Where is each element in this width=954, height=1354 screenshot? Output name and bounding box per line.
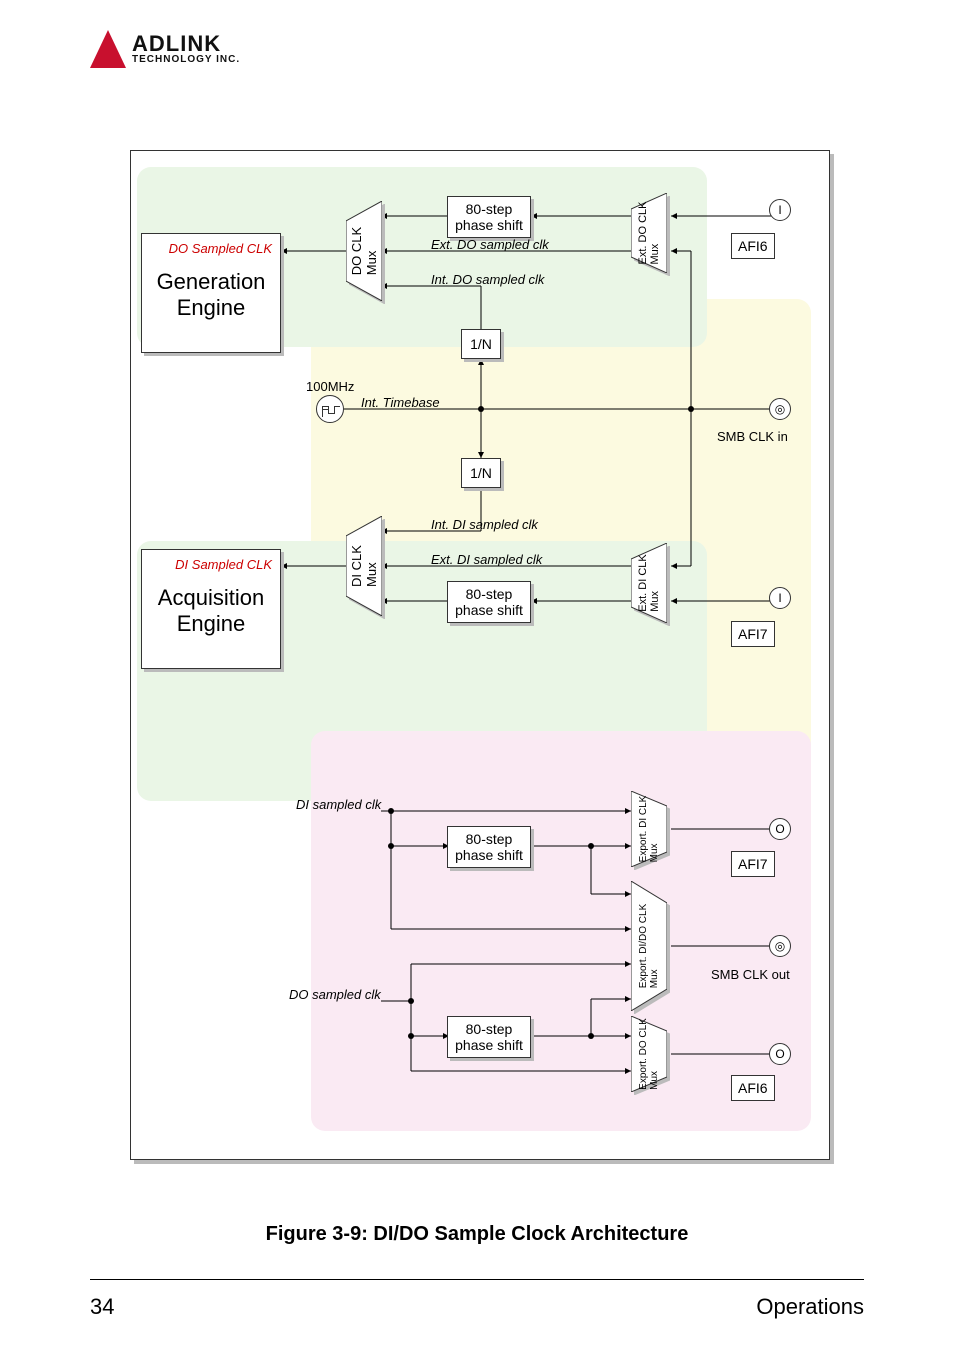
di-clk-mux-label: DI CLK Mux [349,545,379,587]
int-timebase-label: Int. Timebase [361,395,440,410]
di-sampled-label: DI sampled clk [296,797,381,812]
logo-subtitle: TECHNOLOGY INC. [132,55,240,65]
phase-shift-di: 80-step phase shift [447,581,531,623]
footer-divider [90,1279,864,1280]
oscillator-icon [316,395,344,423]
phase-shift-export-do: 80-step phase shift [447,1016,531,1058]
export-do-clk-mux: Export. DO CLK Mux [631,1016,667,1092]
port-afi7-in-pin: I [769,587,791,609]
export-di-clk-mux-label: Export. DI CLK Mux [638,796,660,863]
port-afi6-in: AFI6 [731,233,775,259]
ext-do-clk-mux: Ext. DO CLK Mux [631,193,667,273]
phase-shift-export-di: 80-step phase shift [447,826,531,868]
export-do-clk-mux-label: Export. DO CLK Mux [638,1018,660,1090]
port-smb-out: SMB CLK out [711,967,790,982]
ext-do-sampled-label: Ext. DO sampled clk [431,237,549,252]
clock-architecture-diagram: DO Sampled CLK GenerationEngine DO CLK M… [130,150,830,1160]
page-number: 34 [90,1294,114,1320]
brand-logo: ADLINK TECHNOLOGY INC. [90,30,864,68]
di-clk-mux: DI CLK Mux [346,516,382,616]
phase-shift-do: 80-step phase shift [447,196,531,238]
generation-engine-title: GenerationEngine [149,269,273,322]
do-sampled-label: DO sampled clk [289,987,381,1002]
port-smb-in-pin: ◎ [769,398,791,420]
export-di-clk-mux: Export. DI CLK Mux [631,791,667,867]
do-clk-mux: DO CLK Mux [346,201,382,301]
do-clk-mux-label: DO CLK Mux [349,227,379,275]
divider-n-bottom: 1/N [461,458,501,488]
port-smb-in: SMB CLK in [717,429,788,444]
freq-100-label: 100MHz [306,379,354,394]
figure-caption: Figure 3-9: DI/DO Sample Clock Architect… [0,1223,954,1246]
port-afi6-out-pin: O [769,1043,791,1065]
acquisition-engine-title: AcquisitionEngine [149,585,273,638]
port-afi7-out-pin: O [769,818,791,840]
ext-di-sampled-label: Ext. DI sampled clk [431,552,542,567]
ext-do-clk-mux-label: Ext. DO CLK Mux [637,202,661,265]
do-sampled-clk-label: DO Sampled CLK [169,242,272,257]
ext-di-clk-mux-label: Ext. DI CLK Mux [637,554,661,611]
logo-title: ADLINK [132,33,240,55]
int-do-sampled-label: Int. DO sampled clk [431,272,544,287]
export-dido-clk-mux: Export. DI/DO CLK Mux [631,881,667,1011]
port-afi6-out: AFI6 [731,1075,775,1101]
section-title: Operations [756,1294,864,1320]
export-dido-clk-mux-label: Export. DI/DO CLK Mux [638,904,660,988]
divider-n-top: 1/N [461,329,501,359]
ext-di-clk-mux: Ext. DI CLK Mux [631,543,667,623]
di-sampled-clk-label: DI Sampled CLK [175,558,272,573]
port-smb-out-pin: ◎ [769,935,791,957]
port-afi7-out: AFI7 [731,851,775,877]
port-afi7-in: AFI7 [731,621,775,647]
port-afi6-in-pin: I [769,199,791,221]
int-di-sampled-label: Int. DI sampled clk [431,517,538,532]
logo-mark-icon [90,30,126,68]
